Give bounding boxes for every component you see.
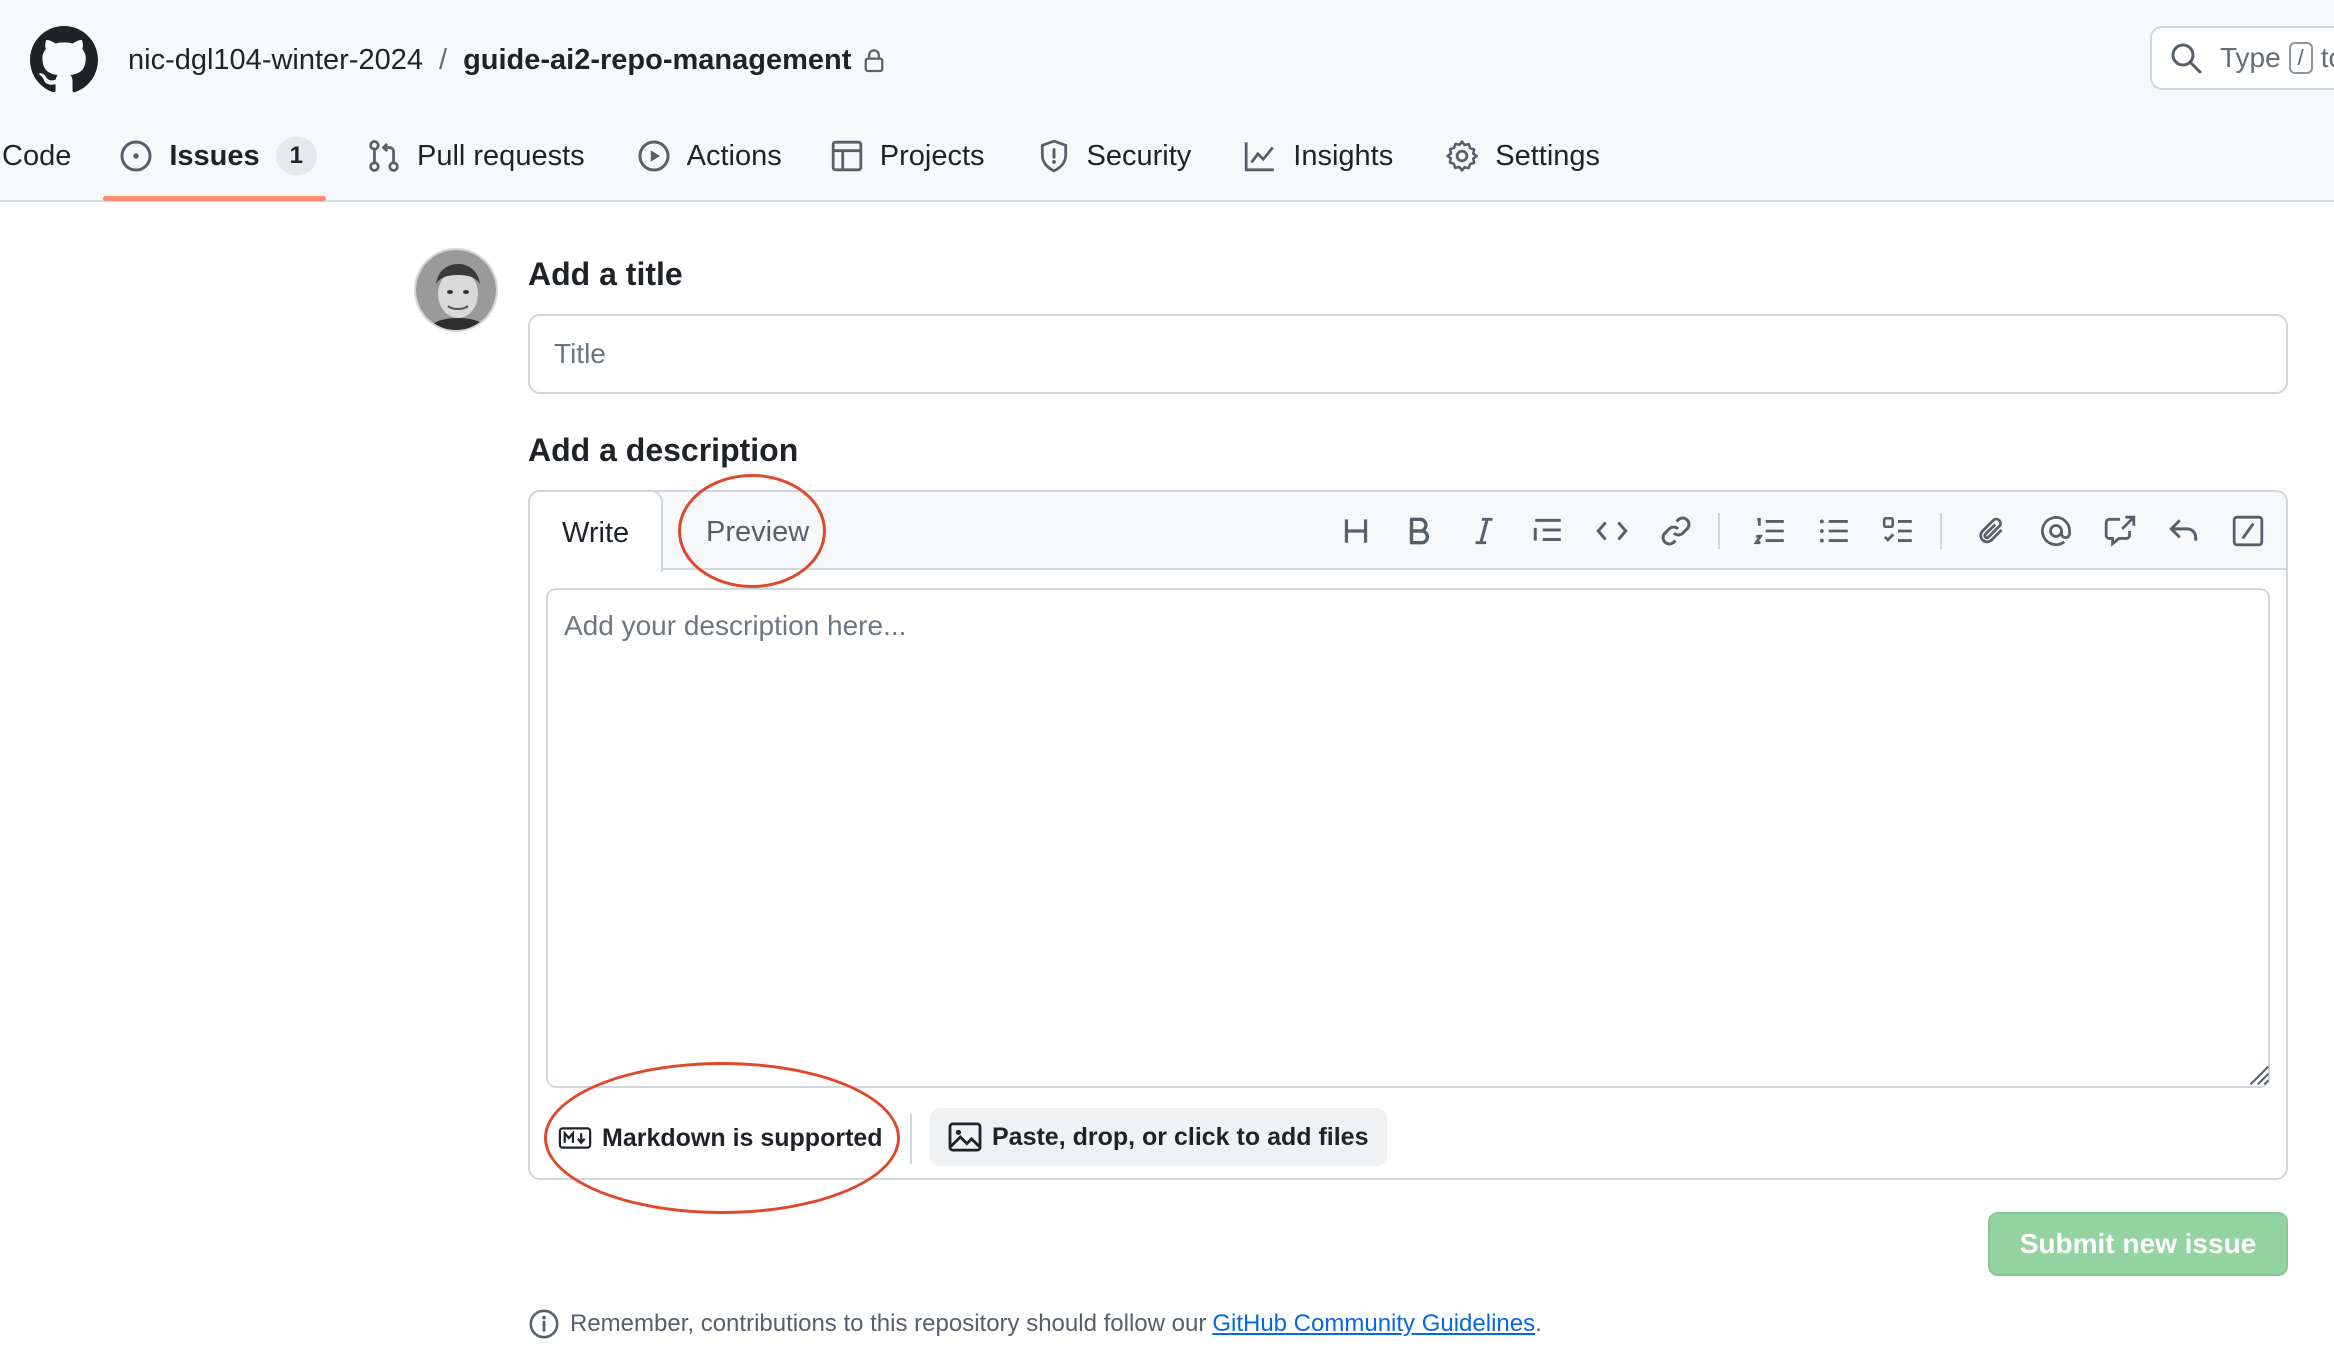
- search-prefix: Type: [2220, 42, 2281, 73]
- note-text: Remember, contributions to this reposito…: [570, 1310, 1207, 1337]
- cross-reference-icon: [2104, 515, 2136, 547]
- bold-button[interactable]: [1392, 506, 1448, 556]
- search-suffix: to: [2320, 42, 2334, 73]
- repo-nav: Code Issues 1 Pull requests Actions Proj…: [0, 122, 1600, 202]
- mention-icon: [2041, 516, 2071, 547]
- tab-label: Code: [2, 139, 72, 172]
- issue-opened-icon: [120, 140, 152, 172]
- quote-button[interactable]: [1520, 506, 1576, 556]
- tab-pull-requests[interactable]: Pull requests: [367, 122, 585, 190]
- info-icon: [529, 1309, 559, 1339]
- tab-actions[interactable]: Actions: [637, 122, 782, 190]
- repo-link[interactable]: guide-ai2-repo-management: [463, 40, 851, 80]
- title-label: Add a title: [528, 256, 683, 292]
- play-icon: [638, 140, 670, 172]
- formatting-toolbar: [1320, 506, 2276, 556]
- quote-icon: [1533, 518, 1561, 541]
- code-icon: [1596, 521, 1628, 541]
- tab-label: Issues: [169, 139, 260, 172]
- table-icon: [831, 140, 862, 172]
- italic-icon: [1475, 517, 1493, 545]
- contribution-note: Remember, contributions to this reposito…: [528, 1308, 1542, 1340]
- search-icon: [2171, 43, 2202, 74]
- search-input[interactable]: Type / to: [2150, 26, 2334, 90]
- tab-label: Insights: [1293, 139, 1394, 172]
- tab-issues[interactable]: Issues 1: [119, 122, 317, 190]
- cross-reference-button[interactable]: [2092, 506, 2148, 556]
- link-button[interactable]: [1648, 506, 1704, 556]
- lock-icon: [865, 49, 884, 73]
- image-icon: [948, 1122, 982, 1152]
- ordered-list-icon: [1753, 517, 1784, 545]
- slash-command-icon: [2232, 515, 2264, 547]
- title-input[interactable]: [528, 314, 2288, 394]
- ordered-list-button[interactable]: [1742, 506, 1798, 556]
- attach-file-button[interactable]: [1964, 506, 2020, 556]
- italic-button[interactable]: [1456, 506, 1512, 556]
- bold-icon: [1409, 517, 1430, 545]
- annotation-circle-preview: [678, 474, 826, 588]
- unordered-list-icon: [1819, 519, 1848, 543]
- add-files-label: Paste, drop, or click to add files: [992, 1122, 1369, 1151]
- task-list-button[interactable]: [1870, 506, 1926, 556]
- mention-button[interactable]: [2028, 506, 2084, 556]
- submit-new-issue-button[interactable]: Submit new issue: [1988, 1212, 2288, 1276]
- add-files-button[interactable]: Paste, drop, or click to add files: [930, 1108, 1387, 1166]
- attach-icon: [1979, 517, 2003, 544]
- resize-handle-icon[interactable]: [2244, 1060, 2270, 1086]
- tab-label: Settings: [1495, 139, 1601, 172]
- owner-link[interactable]: nic-dgl104-winter-2024: [128, 40, 423, 80]
- breadcrumb-separator: /: [439, 44, 448, 76]
- saved-reply-button[interactable]: [2156, 506, 2212, 556]
- code-button[interactable]: [1584, 506, 1640, 556]
- tab-label: Security: [1086, 139, 1192, 172]
- annotation-circle-markdown: [544, 1062, 900, 1214]
- tab-insights[interactable]: Insights: [1243, 122, 1393, 190]
- footer-divider: [910, 1114, 912, 1164]
- tab-label: Actions: [686, 139, 782, 172]
- avatar[interactable]: [414, 248, 498, 332]
- github-logo-icon[interactable]: [30, 26, 98, 94]
- slash-key-hint: /: [2288, 42, 2313, 74]
- toolbar-divider: [1940, 513, 1942, 549]
- tab-write[interactable]: Write: [528, 490, 664, 572]
- graph-icon: [1245, 142, 1275, 172]
- toolbar-divider: [1718, 513, 1720, 549]
- repo-header: nic-dgl104-winter-2024 / guide-ai2-repo-…: [0, 0, 2334, 202]
- slash-commands-button[interactable]: [2220, 506, 2276, 556]
- search-placeholder: Type / to: [2220, 42, 2334, 74]
- tab-settings[interactable]: Settings: [1445, 122, 1600, 190]
- heading-icon: [1344, 519, 1368, 543]
- tab-code[interactable]: Code: [2, 122, 71, 190]
- tab-security[interactable]: Security: [1037, 122, 1192, 190]
- git-pull-request-icon: [369, 140, 399, 172]
- issues-count-badge: 1: [275, 137, 317, 175]
- breadcrumb: nic-dgl104-winter-2024 / guide-ai2-repo-…: [128, 40, 885, 80]
- user-avatar-image: [416, 250, 496, 330]
- reply-icon: [2169, 519, 2198, 541]
- description-textarea[interactable]: [546, 588, 2270, 1088]
- gear-icon: [1446, 140, 1479, 172]
- description-label: Add a description: [528, 432, 799, 468]
- tab-projects[interactable]: Projects: [830, 122, 985, 190]
- heading-button[interactable]: [1328, 506, 1384, 556]
- task-list-icon: [1882, 516, 1912, 542]
- unordered-list-button[interactable]: [1806, 506, 1862, 556]
- tab-label: Pull requests: [416, 139, 585, 172]
- tab-label: Projects: [879, 139, 985, 172]
- note-period: .: [1535, 1310, 1542, 1337]
- shield-icon: [1040, 139, 1067, 173]
- active-tab-indicator: [103, 196, 326, 201]
- community-guidelines-link[interactable]: GitHub Community Guidelines: [1212, 1310, 1535, 1338]
- link-icon: [1661, 516, 1691, 546]
